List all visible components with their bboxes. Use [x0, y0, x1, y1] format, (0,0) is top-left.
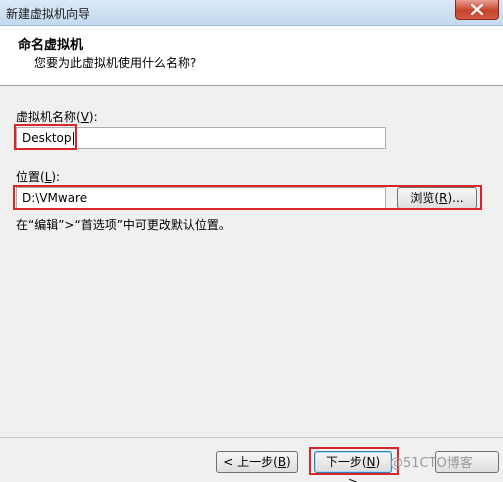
- browse-button[interactable]: 浏览(R)...: [397, 187, 477, 209]
- text-caret: [72, 132, 74, 145]
- wizard-header: 命名虚拟机 您要为此虚拟机使用什么名称?: [0, 26, 503, 86]
- page-subtitle: 您要为此虚拟机使用什么名称?: [34, 56, 197, 70]
- location-input[interactable]: D:\VMware: [16, 187, 386, 209]
- back-button[interactable]: < 上一步(B): [216, 451, 298, 473]
- new-vm-wizard-window: 新建虚拟机向导 命名虚拟机 您要为此虚拟机使用什么名称? 虚拟机名称(V): D…: [0, 0, 503, 482]
- vm-name-label: 虚拟机名称(V):: [16, 110, 98, 124]
- vm-name-input[interactable]: Desktop: [16, 127, 386, 149]
- watermark: @51CTO博客: [390, 456, 473, 471]
- location-value: D:\VMware: [22, 191, 88, 205]
- title-bar: 新建虚拟机向导: [0, 0, 503, 26]
- page-title: 命名虚拟机: [18, 38, 84, 53]
- next-button[interactable]: 下一步(N) >: [314, 451, 392, 482]
- location-label: 位置(L):: [16, 170, 61, 184]
- close-icon: [471, 4, 483, 15]
- default-location-hint: 在“编辑”>“首选项”中可更改默认位置。: [16, 218, 231, 232]
- footer-divider: [0, 437, 503, 438]
- window-title: 新建虚拟机向导: [6, 7, 91, 21]
- close-button[interactable]: [455, 0, 499, 20]
- vm-name-value: Desktop: [22, 131, 72, 145]
